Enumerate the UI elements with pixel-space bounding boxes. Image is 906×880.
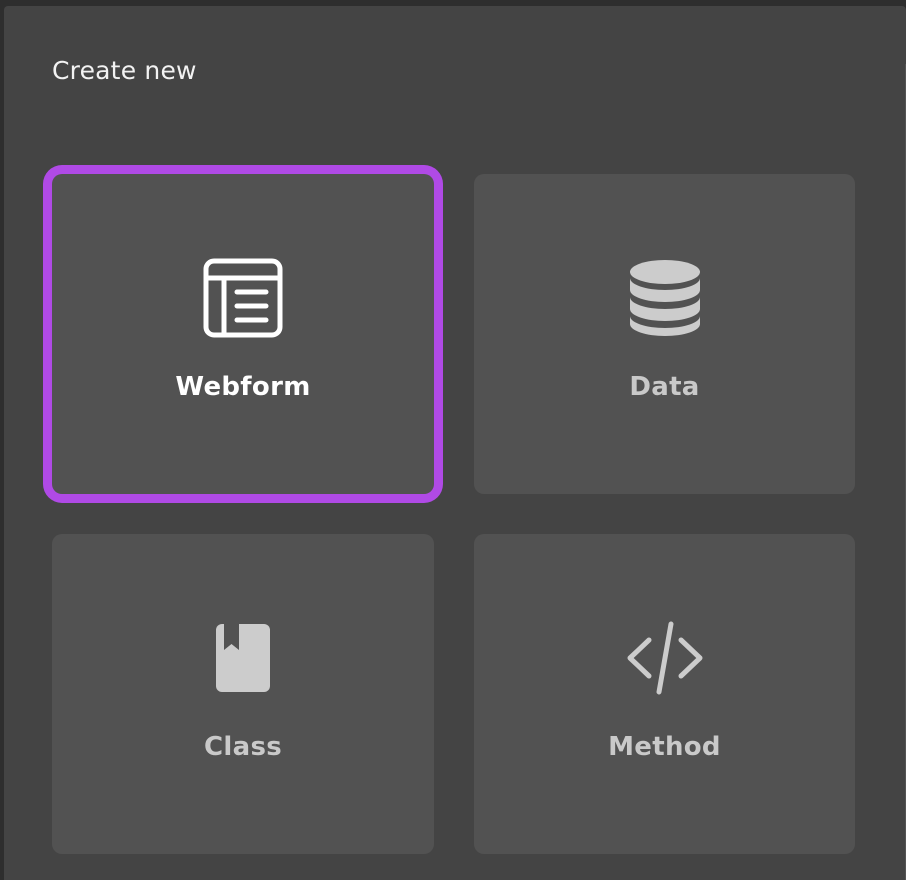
tile-label-method: Method: [608, 732, 721, 762]
tile-label-class: Class: [204, 732, 282, 762]
tile-class[interactable]: Class: [52, 534, 434, 854]
tile-label-webform: Webform: [175, 372, 311, 402]
book-icon: [203, 618, 283, 698]
code-icon: [625, 618, 705, 698]
webform-icon: [203, 258, 283, 338]
tile-webform[interactable]: Webform: [52, 174, 434, 494]
tile-label-data: Data: [629, 372, 700, 402]
database-icon: [625, 258, 705, 338]
create-new-panel: Create new Webform Data Class Method: [4, 6, 906, 880]
panel-title: Create new: [52, 56, 197, 85]
tile-data[interactable]: Data: [474, 174, 855, 494]
tile-method[interactable]: Method: [474, 534, 855, 854]
